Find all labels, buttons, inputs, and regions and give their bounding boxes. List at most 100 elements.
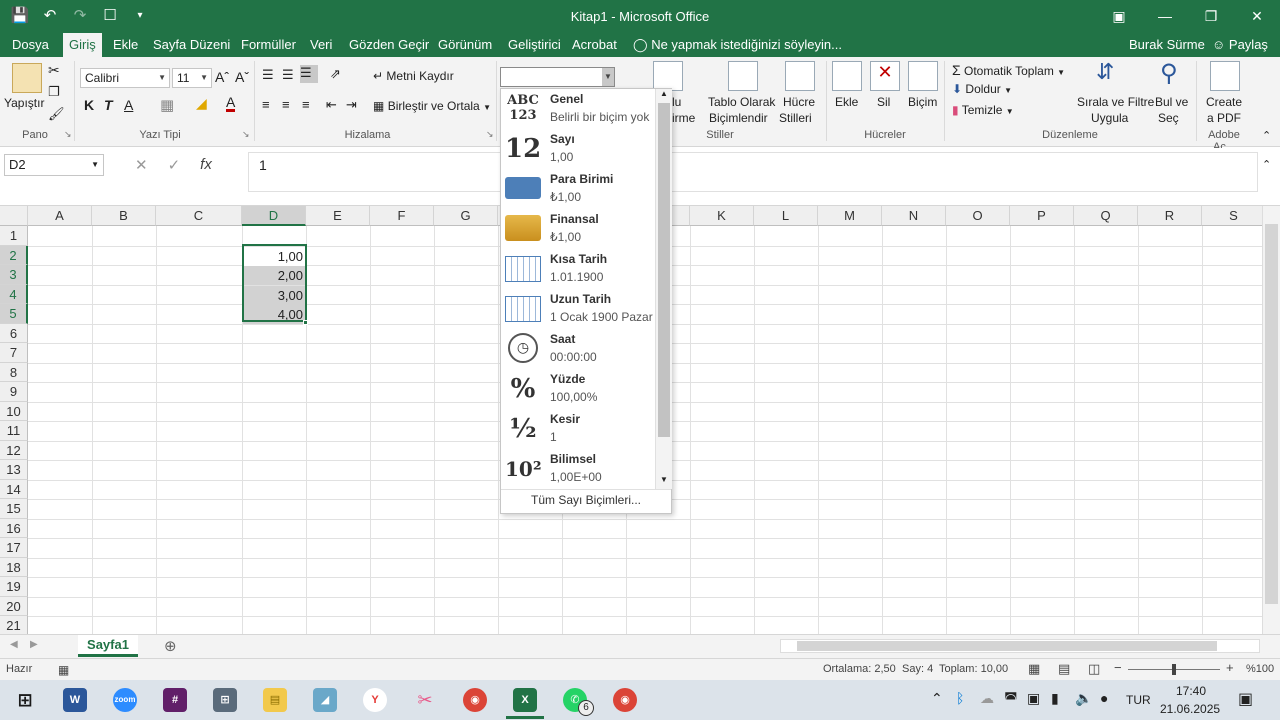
yandex-browser-icon[interactable]: Y [363,688,387,712]
tab-acrobat[interactable]: Acrobat [566,33,623,57]
display-icon[interactable]: ▣ [1027,690,1040,707]
number-format-kesir[interactable]: ½ Kesir 1 [501,409,655,449]
wrap-text-button[interactable]: ↵ Metni Kaydır [373,69,454,83]
shrink-font-icon[interactable]: Aˇ [235,69,249,85]
fill-handle[interactable] [303,320,308,325]
find-select-label-1[interactable]: Bul ve [1155,95,1188,109]
tab-ekle[interactable]: Ekle [107,33,144,57]
tray-overflow-icon[interactable]: ⌃ [931,690,943,707]
battery-icon[interactable]: ▮ [1051,690,1059,707]
next-sheet-icon[interactable]: ▶ [30,639,38,650]
slack-icon[interactable]: # [163,688,187,712]
pdf-icon[interactable] [1210,61,1240,91]
vertical-scrollbar[interactable] [1262,206,1280,634]
column-header-n[interactable]: N [882,206,946,226]
row-header-8[interactable]: 8 [0,362,28,382]
name-box[interactable]: D2 ▼ [4,154,104,176]
ribbon-display-icon[interactable]: ▣ [1096,0,1142,33]
format-painter-icon[interactable]: 🖌 [48,106,65,122]
font-launcher-icon[interactable]: ↘ [242,129,250,140]
collapse-formula-bar-icon[interactable]: ⌃ [1262,158,1271,171]
cell-d3[interactable]: 2,00 [243,266,306,285]
sheet-tab-sayfa1[interactable]: Sayfa1 [78,635,138,657]
column-header-r[interactable]: R [1138,206,1202,226]
tab-veri[interactable]: Veri [304,33,338,57]
table-format-label-2[interactable]: Biçimlendir [709,111,768,125]
column-header-l[interactable]: L [754,206,818,226]
sort-filter-label-2[interactable]: Uygula [1091,111,1128,125]
dropdown-scroll-thumb[interactable] [658,103,670,437]
decrease-indent-icon[interactable]: ⇤ [326,97,337,113]
row-header-1[interactable]: 1 [0,226,28,246]
chrome-icon[interactable]: ◉ [463,688,487,712]
column-header-q[interactable]: Q [1074,206,1138,226]
tab-gelistirici[interactable]: Geliştirici [502,33,567,57]
word-icon[interactable]: W [63,688,87,712]
conditional-format-icon[interactable] [653,61,683,91]
select-all-corner[interactable] [0,206,28,226]
number-format-bilimsel[interactable]: 10² Bilimsel 1,00E+00 [501,449,655,489]
close-icon[interactable]: ✕ [1234,0,1280,33]
minimize-icon[interactable]: — [1142,0,1188,33]
format-cells-button[interactable]: Biçim [908,95,937,109]
clock-date[interactable]: 21.06.2025 [1160,702,1220,716]
underline-button[interactable]: A [124,97,133,113]
cancel-icon[interactable]: ✕ [135,156,148,174]
conditional-format-label-1[interactable]: lu [672,95,681,109]
insert-cells-icon[interactable] [832,61,862,91]
number-format-para-birimi[interactable]: Para Birimi ₺1,00 [501,169,655,209]
font-size-combo[interactable]: 11 ▼ [172,68,212,88]
user-name[interactable]: Burak Sürme [1129,37,1205,52]
fill-button[interactable]: ⬇ Doldur ▼ [952,82,1012,96]
align-right-icon[interactable]: ≡ [302,97,310,112]
tab-gozden-gecir[interactable]: Gözden Geçir [343,33,435,57]
border-icon[interactable]: ▦ [160,96,174,114]
cell-styles-label-2[interactable]: Stilleri [779,111,812,125]
row-header-15[interactable]: 15 [0,499,28,519]
wifi-icon[interactable]: ◚ [1004,690,1018,707]
zoom-app-icon[interactable]: zoom [113,688,137,712]
zoom-level[interactable]: %100 [1246,663,1274,675]
column-header-c[interactable]: C [156,206,242,226]
restore-icon[interactable]: ❐ [1188,0,1234,33]
tab-gorunum[interactable]: Görünüm [432,33,498,57]
normal-view-icon[interactable]: ▦ [1028,661,1040,677]
orientation-icon[interactable]: ⇗ [330,66,341,82]
snipping-tool-icon[interactable]: ✂ [413,688,437,712]
find-icon[interactable]: ⚲ [1160,59,1178,88]
conditional-format-label-2[interactable]: irme [672,111,695,125]
tell-me-box[interactable]: ◯ Ne yapmak istediğinizi söyleyin... [633,37,842,53]
row-header-4[interactable]: 4 [0,284,28,304]
row-header-13[interactable]: 13 [0,460,28,480]
align-top-icon[interactable]: ☰ [262,67,274,83]
row-header-21[interactable]: 21 [0,616,28,634]
delete-cells-button[interactable]: Sil [877,95,890,109]
calculator-icon[interactable]: ⊞ [213,688,237,712]
column-header-g[interactable]: G [434,206,498,226]
row-header-3[interactable]: 3 [0,265,28,285]
page-layout-icon[interactable]: ▤ [1058,661,1070,677]
zoom-out-icon[interactable]: − [1114,660,1122,675]
number-format-finansal[interactable]: Finansal ₺1,00 [501,209,655,249]
windows-start-icon[interactable]: ⊞ [13,688,37,712]
scroll-down-icon[interactable]: ▼ [660,475,668,484]
bluetooth-icon[interactable]: ᛒ [956,690,964,706]
insert-function-icon[interactable]: fx [200,156,212,174]
onedrive-icon[interactable]: ☁ [980,690,994,707]
tab-dosya[interactable]: Dosya [6,33,55,57]
delete-cells-icon[interactable]: ✕ [870,61,900,91]
row-header-20[interactable]: 20 [0,596,28,616]
microphone-icon[interactable]: ● [1100,690,1108,706]
find-select-label-2[interactable]: Seç [1158,111,1179,125]
row-header-5[interactable]: 5 [0,304,28,324]
prev-sheet-icon[interactable]: ◀ [10,639,18,650]
app-icon[interactable]: ◢ [313,688,337,712]
zoom-slider-thumb[interactable] [1172,664,1176,675]
autosum-button[interactable]: Σ Otomatik Toplam ▼ [952,62,1065,78]
create-pdf-label-1[interactable]: Create [1206,95,1242,109]
vertical-scroll-thumb[interactable] [1265,224,1278,604]
tab-formuller[interactable]: Formüller [235,33,302,57]
number-format-genel[interactable]: ABC 123 Genel Belirli bir biçim yok [501,89,655,129]
sort-filter-label-1[interactable]: Sırala ve Filtre [1077,95,1154,109]
sort-filter-icon[interactable]: ⇵ [1096,59,1114,85]
